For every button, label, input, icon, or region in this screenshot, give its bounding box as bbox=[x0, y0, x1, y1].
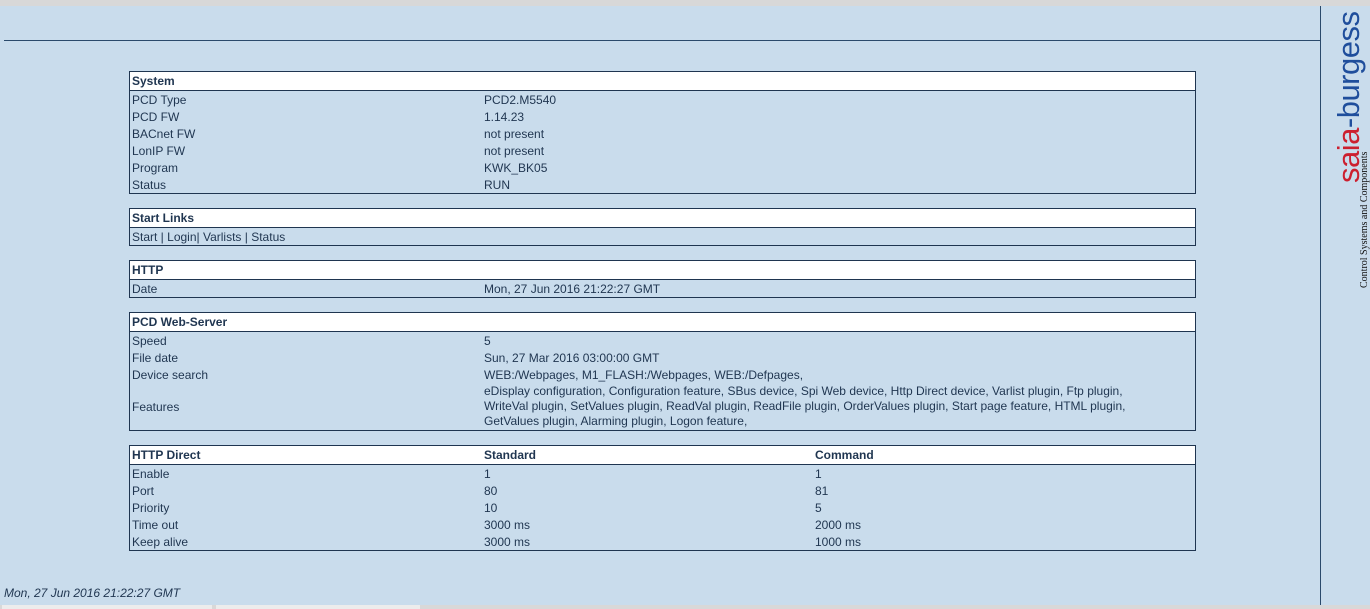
row-label: Program bbox=[132, 160, 179, 175]
table-row: Time out 3000 ms 2000 ms bbox=[130, 516, 1196, 533]
logo-brand-part2: -burgess bbox=[1331, 12, 1366, 129]
row-value: not present bbox=[484, 143, 545, 158]
table-row: BACnet FW not present bbox=[130, 125, 1196, 142]
row-value: Sun, 27 Mar 2016 03:00:00 GMT bbox=[484, 350, 660, 365]
table-row: File date Sun, 27 Mar 2016 03:00:00 GMT bbox=[130, 349, 1196, 366]
saia-burgess-logo: saia-burgess Control Systems and Compone… bbox=[1331, 12, 1370, 289]
browser-top-strip bbox=[0, 0, 1370, 6]
standard-value: 10 bbox=[484, 500, 498, 515]
standard-value: 3000 ms bbox=[484, 517, 531, 532]
features-line: eDisplay configuration, Configuration fe… bbox=[484, 384, 1123, 398]
command-value: 5 bbox=[815, 500, 822, 515]
table-row: Program KWK_BK05 bbox=[130, 159, 1196, 176]
table-row: Speed 5 bbox=[130, 332, 1196, 350]
standard-value: 1 bbox=[484, 466, 491, 481]
row-label: Time out bbox=[132, 517, 179, 532]
link-status[interactable]: Status bbox=[251, 230, 285, 244]
row-label: Status bbox=[132, 177, 167, 192]
command-value: 1000 ms bbox=[815, 534, 862, 549]
row-label: Speed bbox=[132, 333, 167, 348]
row-value: Mon, 27 Jun 2016 21:22:27 GMT bbox=[484, 281, 661, 296]
link-varlists[interactable]: Varlists bbox=[203, 230, 241, 244]
table-row: Device search WEB:/Webpages, M1_FLASH:/We… bbox=[130, 366, 1196, 383]
column-header-standard: Standard bbox=[482, 445, 813, 465]
table-row: Status RUN bbox=[130, 176, 1196, 194]
table-row: Start | Login| Varlists | Status bbox=[130, 228, 1196, 246]
table-row: Priority 10 5 bbox=[130, 499, 1196, 516]
start-links-title: Start Links bbox=[129, 208, 1196, 228]
table-row: PCD Type PCD2.M5540 bbox=[130, 91, 1196, 109]
row-value: KWK_BK05 bbox=[484, 160, 548, 175]
row-value: 5 bbox=[484, 333, 491, 348]
http-table: HTTP Date Mon, 27 Jun 2016 21:22:27 GMT bbox=[129, 260, 1196, 298]
row-value: WEB:/Webpages, M1_FLASH:/Webpages, WEB:/… bbox=[484, 367, 804, 382]
link-separator: | bbox=[157, 229, 168, 244]
row-label: LonIP FW bbox=[132, 143, 186, 158]
footer-timestamp: Mon, 27 Jun 2016 21:22:27 GMT bbox=[4, 586, 181, 600]
features-line: GetValues plugin, Alarming plugin, Logon… bbox=[484, 414, 748, 428]
http-direct-title: HTTP Direct bbox=[129, 445, 482, 465]
command-value: 81 bbox=[815, 483, 829, 498]
web-server-table: PCD Web-Server Speed 5 File date Sun, 27 M… bbox=[129, 312, 1196, 431]
logo-divider bbox=[1320, 6, 1321, 606]
status-segment bbox=[2, 605, 212, 609]
row-label: PCD Type bbox=[132, 92, 187, 107]
row-value: RUN bbox=[484, 177, 510, 192]
http-title: HTTP bbox=[129, 260, 1196, 280]
table-row: Port 80 81 bbox=[130, 482, 1196, 499]
row-label: File date bbox=[132, 350, 179, 365]
logo-tagline: Control Systems and Components bbox=[1359, 152, 1370, 289]
row-value: PCD2.M5540 bbox=[484, 92, 557, 107]
features-value: eDisplay configuration, Configuration fe… bbox=[482, 383, 1196, 431]
row-label: Port bbox=[132, 483, 155, 498]
table-row: Date Mon, 27 Jun 2016 21:22:27 GMT bbox=[130, 280, 1196, 298]
system-table: System PCD Type PCD2.M5540 PCD FW 1.14.23 … bbox=[129, 71, 1196, 194]
row-value: not present bbox=[484, 126, 545, 141]
status-segment bbox=[216, 605, 420, 609]
command-value: 2000 ms bbox=[815, 517, 862, 532]
standard-value: 80 bbox=[484, 483, 498, 498]
browser-bottom-strip bbox=[0, 605, 1370, 609]
row-label: Device search bbox=[132, 367, 209, 382]
row-label: Date bbox=[132, 281, 158, 296]
system-title: System bbox=[129, 71, 1196, 91]
link-separator: | bbox=[241, 229, 252, 244]
row-label: Priority bbox=[132, 500, 170, 515]
link-login[interactable]: Login bbox=[167, 230, 196, 244]
table-row: Features eDisplay configuration, Configu… bbox=[130, 383, 1196, 431]
table-row: LonIP FW not present bbox=[130, 142, 1196, 159]
row-label: PCD FW bbox=[132, 109, 180, 124]
standard-value: 3000 ms bbox=[484, 534, 531, 549]
link-start[interactable]: Start bbox=[132, 230, 157, 244]
row-value: 1.14.23 bbox=[484, 109, 525, 124]
command-value: 1 bbox=[815, 466, 822, 481]
row-label: Enable bbox=[132, 466, 170, 481]
start-links-table: Start Links Start | Login| Varlists | St… bbox=[129, 208, 1196, 246]
table-row: Enable 1 1 bbox=[130, 465, 1196, 483]
web-server-title: PCD Web-Server bbox=[129, 312, 1196, 332]
start-links-row: Start | Login| Varlists | Status bbox=[130, 228, 1196, 246]
features-line: WriteVal plugin, SetValues plugin, ReadV… bbox=[484, 399, 1126, 413]
column-header-command: Command bbox=[813, 445, 1196, 465]
header-divider bbox=[4, 40, 1320, 41]
row-label: BACnet FW bbox=[132, 126, 196, 141]
row-label: Features bbox=[132, 399, 180, 414]
table-row: PCD FW 1.14.23 bbox=[130, 108, 1196, 125]
table-row: Keep alive 3000 ms 1000 ms bbox=[130, 533, 1196, 551]
http-direct-table: HTTP Direct Standard Command Enable 1 1 Po… bbox=[129, 445, 1196, 551]
row-label: Keep alive bbox=[132, 534, 189, 549]
